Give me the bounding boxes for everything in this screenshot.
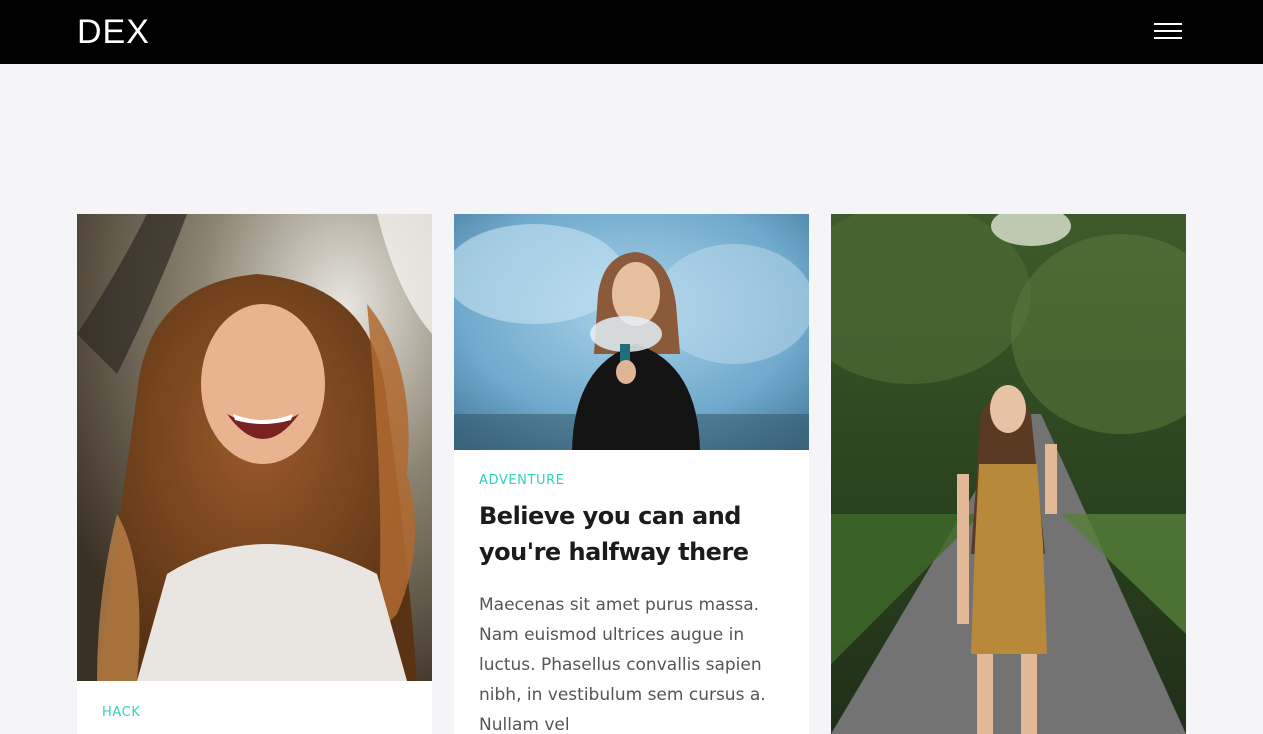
post-title[interactable]: Believe you can and you're halfway there <box>479 498 789 570</box>
hamburger-menu-icon[interactable] <box>1152 20 1184 44</box>
top-navbar: DEX <box>0 0 1263 64</box>
post-image-curly-hair-woman[interactable] <box>77 214 432 681</box>
menu-line <box>1154 37 1182 39</box>
post-card[interactable] <box>831 214 1186 734</box>
menu-line <box>1154 23 1182 25</box>
post-card[interactable]: HACK <box>77 214 432 734</box>
post-image-blue-smoke-woman[interactable] <box>454 214 809 450</box>
post-category[interactable]: HACK <box>102 705 140 720</box>
post-image-forest-road-woman[interactable] <box>831 214 1186 734</box>
menu-line <box>1154 30 1182 32</box>
site-logo[interactable]: DEX <box>77 13 150 51</box>
post-card[interactable]: ADVENTURE Believe you can and you're hal… <box>454 214 809 734</box>
post-category[interactable]: ADVENTURE <box>479 473 565 488</box>
post-excerpt: Maecenas sit amet purus massa. Nam euism… <box>479 595 766 734</box>
